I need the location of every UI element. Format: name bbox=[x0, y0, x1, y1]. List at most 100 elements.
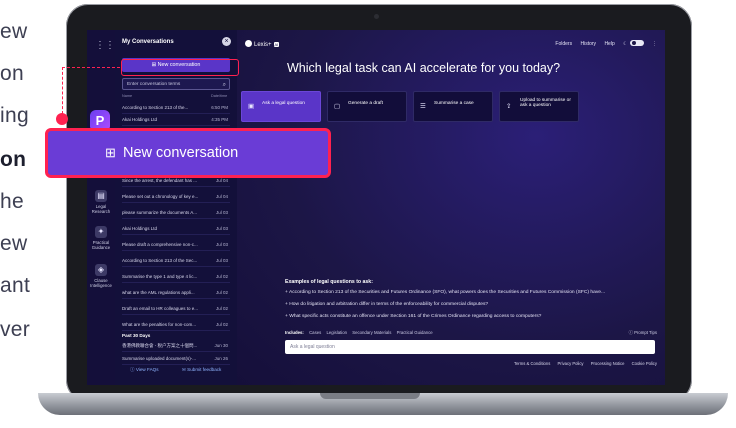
prompt-tips-link[interactable]: ⓘ Prompt Tips bbox=[629, 330, 657, 336]
conv-title: Please set out a chronology of key e... bbox=[122, 194, 199, 199]
ask-question-input[interactable]: Ask a legal question bbox=[285, 340, 655, 354]
conv-title: 香港佛教聯合會 - 稅户方案之十個問... bbox=[122, 343, 198, 348]
plus-chat-icon: ⊞ bbox=[105, 145, 116, 160]
top-nav: Folders History Help ☾ ⋮ bbox=[548, 40, 657, 47]
rail-item-legal-research[interactable]: ▤ Legal Research bbox=[87, 190, 115, 214]
terms-link[interactable]: Terms & Conditions bbox=[514, 361, 550, 366]
nav-folders[interactable]: Folders bbox=[555, 41, 572, 47]
conv-title: What are the penalties for non-com... bbox=[122, 322, 197, 327]
list-item[interactable]: What are the penalties for non-com... Ju… bbox=[122, 319, 230, 331]
bg-line-6: ew bbox=[0, 232, 28, 255]
list-item[interactable]: According to Section 213 of the Sec... J… bbox=[122, 255, 230, 267]
view-faqs-link[interactable]: ⓘ View FAQs bbox=[130, 367, 159, 373]
column-header-name: Name bbox=[122, 94, 133, 98]
filter-secondary-materials[interactable]: Secondary Materials bbox=[352, 330, 391, 335]
list-item[interactable]: Akai Holdings Ltd 4:35 PM bbox=[122, 114, 230, 126]
ai-badge: AI bbox=[273, 42, 280, 47]
conv-date: Jul 03 bbox=[215, 242, 228, 247]
conv-date: 4:35 PM bbox=[211, 117, 228, 122]
callout-connector-vertical bbox=[62, 67, 63, 114]
submit-feedback-label: Submit feedback bbox=[187, 367, 222, 372]
summarise-case-card[interactable]: ☰ Summarise a case bbox=[413, 91, 493, 122]
conv-title: Akai Holdings Ltd bbox=[122, 117, 158, 122]
rail-item-clause-intelligence[interactable]: ◈ Clause Intelligence bbox=[87, 264, 115, 288]
list-item[interactable]: please summarize the documents A... Jul … bbox=[122, 207, 230, 219]
new-conversation-callout[interactable]: ⊞ New conversation bbox=[45, 128, 331, 178]
laptop-notch bbox=[320, 393, 420, 399]
highlight-ring bbox=[121, 59, 239, 76]
list-item[interactable]: 香港佛教聯合會 - 稅户方案之十個問... Jun 30 bbox=[122, 340, 230, 352]
rail-item-label: Practical Guidance bbox=[91, 240, 111, 250]
conv-date: Jul 03 bbox=[215, 226, 228, 231]
conv-date: Jul 02 bbox=[215, 274, 228, 279]
list-item[interactable]: According to Section 213 of the... 6:50 … bbox=[122, 102, 230, 114]
list-item[interactable]: Summarise the type 1 and type 4 lic... J… bbox=[122, 271, 230, 283]
filter-legislation[interactable]: Legislation bbox=[326, 330, 347, 335]
example-question-1[interactable]: + According to Section 213 of the Securi… bbox=[285, 290, 605, 295]
card-label: Summarise a case bbox=[434, 101, 474, 106]
more-menu-icon[interactable]: ⋮ bbox=[652, 41, 657, 47]
legal-research-icon: ▤ bbox=[95, 190, 107, 202]
list-item[interactable]: Please set out a chronology of key e... … bbox=[122, 191, 230, 203]
conv-date: Jul 04 bbox=[215, 194, 228, 199]
includes-filters: Includes: Cases Legislation Secondary Ma… bbox=[285, 330, 433, 335]
nav-help[interactable]: Help bbox=[604, 41, 614, 47]
card-label: Ask a legal question bbox=[262, 101, 305, 106]
conv-title: Akai Holdings Ltd bbox=[122, 226, 158, 231]
ask-legal-question-card[interactable]: ▣ Ask a legal question bbox=[241, 91, 321, 122]
bg-line-4: on bbox=[0, 148, 27, 171]
example-question-2[interactable]: + How do litigation and arbitration diff… bbox=[285, 302, 488, 307]
conv-date: Jul 02 bbox=[215, 322, 228, 327]
column-header-date: Date/time bbox=[211, 94, 228, 98]
conv-title: Draft an email to HR colleagues to e... bbox=[122, 306, 199, 311]
bg-line-3: ing bbox=[0, 104, 29, 127]
filter-practical-guidance[interactable]: Practical Guidance bbox=[397, 330, 433, 335]
list-item[interactable]: Akai Holdings Ltd Jul 03 bbox=[122, 223, 230, 235]
search-input[interactable]: Enter conversation terms ⌕ bbox=[122, 78, 230, 90]
ask-placeholder: Ask a legal question bbox=[290, 344, 335, 350]
rail-item-label: Clause Intelligence bbox=[90, 278, 112, 288]
upload-icon: ⇪ bbox=[506, 103, 512, 110]
upload-card[interactable]: ⇪ Upload to summarise or ask a question bbox=[499, 91, 579, 122]
cookie-policy-link[interactable]: Cookie Policy bbox=[632, 361, 657, 366]
conv-title: Summarise uploaded document(s)-... bbox=[122, 356, 197, 361]
list-item[interactable]: Summarise uploaded document(s)-... Jun 2… bbox=[122, 353, 230, 365]
close-icon[interactable]: × bbox=[222, 37, 231, 46]
logo-mark-icon bbox=[245, 40, 252, 47]
examples-title: Examples of legal questions to ask: bbox=[285, 279, 373, 285]
example-question-3[interactable]: + What specific acts constitute an offen… bbox=[285, 314, 541, 319]
generate-draft-card[interactable]: ▢ Generate a draft bbox=[327, 91, 407, 122]
app-screen: ⋮⋮ P ▤ Legal Research ✦ Practical Guidan… bbox=[87, 30, 665, 385]
example-text: What specific acts constitute an offence… bbox=[289, 314, 542, 319]
list-item[interactable]: Please draft a comprehensive non-c... Ju… bbox=[122, 239, 230, 251]
conv-title: Summarise the type 1 and type 4 lic... bbox=[122, 274, 198, 279]
rail-item-label: Legal Research bbox=[91, 204, 111, 214]
conv-title: what are the AML regulations appli... bbox=[122, 290, 195, 295]
processing-notice-link[interactable]: Processing Notice bbox=[591, 361, 625, 366]
clause-intelligence-icon: ◈ bbox=[95, 264, 107, 276]
camera-icon bbox=[374, 14, 379, 19]
nav-history[interactable]: History bbox=[580, 41, 596, 47]
search-icon[interactable]: ⌕ bbox=[223, 79, 226, 91]
section-past-30-days: Past 30 Days bbox=[122, 333, 151, 338]
theme-toggle[interactable] bbox=[629, 40, 644, 46]
callout-label: New conversation bbox=[123, 145, 239, 161]
privacy-link[interactable]: Privacy Policy bbox=[557, 361, 583, 366]
includes-label: Includes: bbox=[285, 330, 304, 335]
rail-item-practical-guidance[interactable]: ✦ Practical Guidance bbox=[87, 226, 115, 250]
list-item[interactable]: Draft an email to HR colleagues to e... … bbox=[122, 303, 230, 315]
panel-title: My Conversations bbox=[122, 39, 174, 45]
view-faqs-label: View FAQs bbox=[135, 367, 159, 372]
apps-grid-icon[interactable]: ⋮⋮ bbox=[95, 40, 115, 51]
submit-feedback-link[interactable]: ✉ Submit feedback bbox=[182, 367, 221, 373]
search-placeholder: Enter conversation terms bbox=[127, 82, 181, 87]
bg-line-2: on bbox=[0, 62, 24, 85]
card-label: Upload to summarise or ask a question bbox=[520, 98, 571, 108]
list-item[interactable]: what are the AML regulations appli... Ju… bbox=[122, 287, 230, 299]
filter-cases[interactable]: Cases bbox=[309, 330, 321, 335]
list-icon: ☰ bbox=[420, 103, 426, 110]
prompt-tips-label: Prompt Tips bbox=[634, 330, 657, 335]
lexis-logo[interactable]: Lexis+ AI bbox=[245, 40, 280, 48]
conv-title: please summarize the documents A... bbox=[122, 210, 198, 215]
main-area: Lexis+ AI Folders History Help ☾ ⋮ Which … bbox=[237, 30, 665, 385]
